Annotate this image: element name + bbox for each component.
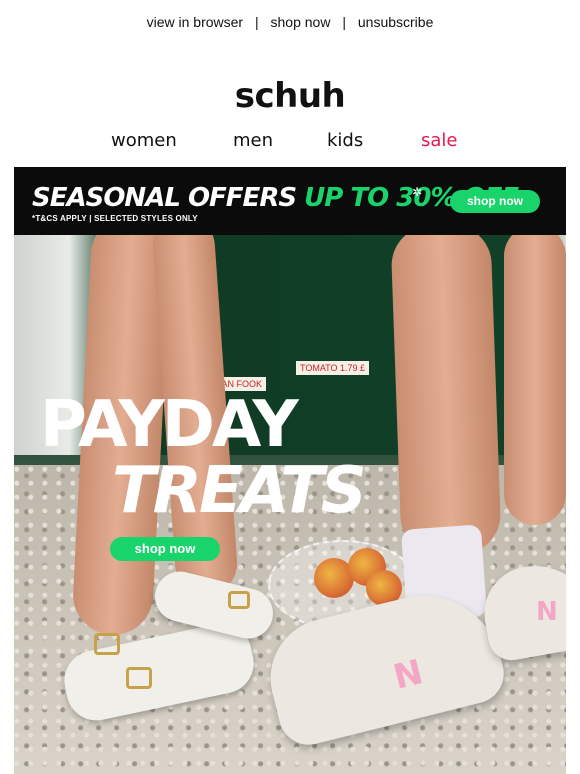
nav-women[interactable]: women [111, 130, 177, 151]
brand-logo[interactable]: schuh [0, 76, 580, 116]
hero-title-line1: PAYDAY [40, 388, 299, 462]
sandal-buckle [228, 591, 250, 609]
leg [504, 235, 566, 525]
sandal-buckle [94, 633, 120, 655]
view-in-browser-link[interactable]: view in browser [147, 14, 243, 30]
n-logo-icon: N [536, 597, 558, 627]
hero-image[interactable]: MAN FOOK TOMATO 1.79 £ N N PAYDAY TREATS… [14, 235, 566, 774]
price-sign: TOMATO 1.79 £ [296, 361, 370, 375]
nav-sale[interactable]: sale [421, 130, 457, 151]
leg [390, 235, 502, 557]
banner-headline-white: SEASONAL OFFERS [32, 183, 297, 213]
preheader-links: view in browser | shop now | unsubscribe [0, 14, 580, 30]
sandal-buckle [126, 667, 152, 689]
unsubscribe-link[interactable]: unsubscribe [358, 14, 434, 30]
nav-men[interactable]: men [233, 130, 273, 151]
banner-headline: SEASONAL OFFERS UP TO 30% OFF [32, 183, 519, 213]
hero-shop-now-button[interactable]: shop now [110, 537, 220, 561]
nav-kids[interactable]: kids [327, 130, 363, 151]
hero-title-line2: TREATS [112, 454, 367, 528]
shop-now-link[interactable]: shop now [271, 14, 331, 30]
main-nav: women men kids sale [0, 130, 580, 154]
banner-shop-now-button[interactable]: shop now [450, 190, 540, 213]
sparkle-icon: ✲ [412, 185, 423, 199]
separator: | [342, 14, 346, 30]
separator: | [254, 14, 259, 30]
seasonal-offers-banner[interactable]: SEASONAL OFFERS UP TO 30% OFF ✲ *T&CS AP… [14, 167, 566, 235]
banner-terms: *T&CS APPLY | SELECTED STYLES ONLY [32, 214, 198, 223]
